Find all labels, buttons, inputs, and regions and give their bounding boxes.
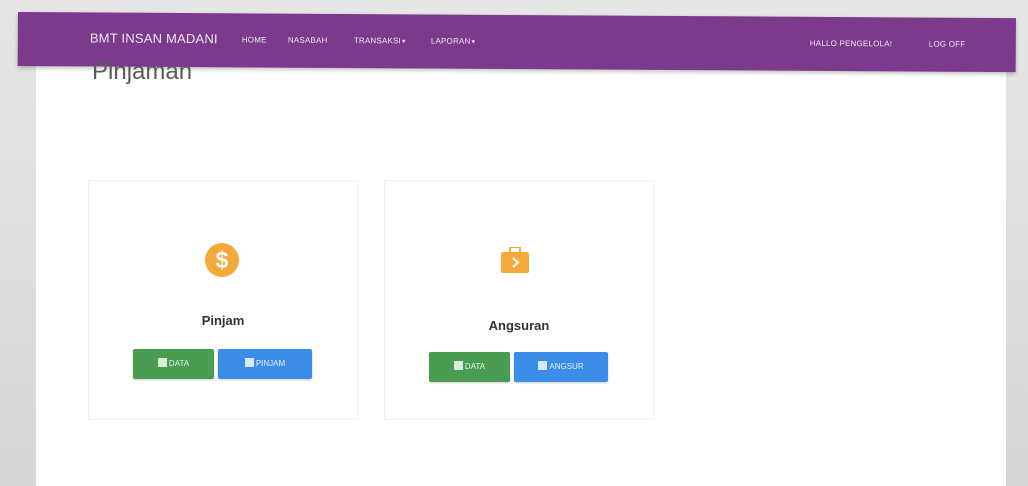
nav-transaksi-label: TRANSAKSI (353, 36, 402, 46)
user-greeting[interactable]: HALLO PENGELOLA! (810, 39, 892, 49)
nav-laporan[interactable]: LAPORAN▾ (431, 37, 475, 46)
edit-icon (244, 358, 254, 367)
brand-link[interactable]: BMT INSAN MADANI (90, 30, 218, 46)
angsur-button-label: ANGSUR (549, 362, 584, 371)
chevron-down-icon: ▾ (471, 38, 476, 46)
briefcase-arrow-icon (501, 246, 529, 273)
pinjam-button[interactable]: PINJAM (218, 349, 312, 379)
card-title-angsuran: Angsuran (488, 318, 550, 333)
list-icon (453, 361, 463, 370)
dollar-circle-icon: $ (205, 243, 239, 277)
nav-laporan-label: LAPORAN (430, 36, 471, 46)
pinjam-data-button-label: DATA (168, 359, 190, 368)
card-pinjam: $ Pinjam DATA PINJAM (88, 180, 358, 420)
nav-transaksi[interactable]: TRANSAKSI▾ (354, 36, 406, 45)
card-title-pinjam: Pinjam (201, 313, 245, 328)
page-title: Pinjaman (92, 58, 193, 85)
page: BMT INSAN MADANI HOME NASABAH TRANSAKSI▾… (0, 0, 1028, 486)
angsuran-data-button-label: DATA (464, 362, 486, 371)
list-icon (157, 358, 167, 367)
edit-icon (538, 361, 548, 370)
logout-link[interactable]: LOG OFF (929, 40, 966, 49)
angsuran-data-button[interactable]: DATA (429, 352, 510, 382)
chevron-down-icon: ▾ (401, 38, 406, 46)
pinjam-button-label: PINJAM (255, 359, 286, 368)
angsur-button[interactable]: ANGSUR (514, 352, 608, 382)
nav-nasabah[interactable]: NASABAH (288, 36, 328, 45)
pinjam-data-button[interactable]: DATA (133, 349, 214, 379)
nav-home[interactable]: HOME (242, 35, 267, 44)
card-angsuran: Angsuran DATA ANGSUR (384, 180, 654, 420)
